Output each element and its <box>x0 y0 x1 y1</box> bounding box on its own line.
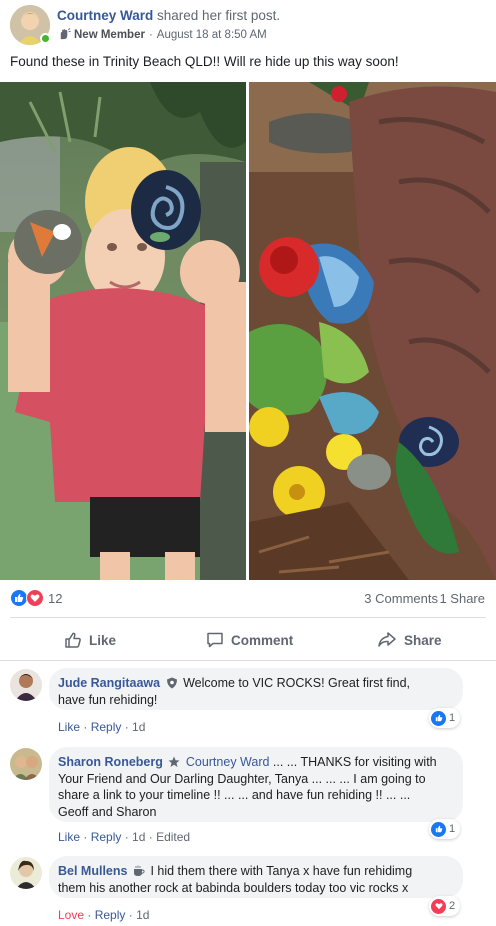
commenter-name[interactable]: Sharon Roneberg <box>58 755 163 769</box>
new-member-badge: New Member <box>74 28 145 41</box>
commenter-name[interactable]: Jude Rangitaawa <box>58 676 160 690</box>
comment-meta: Like · Reply · 1d <box>58 720 146 734</box>
share-arrow-icon <box>378 632 396 647</box>
comment-meta: Like · Reply · 1d · Edited <box>58 830 191 844</box>
comment-bubble: Sharon Roneberg Courtney Ward ... ... TH… <box>49 747 463 822</box>
share-count-link[interactable]: 1 Share <box>439 591 485 606</box>
comment-time[interactable]: 1d <box>136 908 149 922</box>
comment-love-link[interactable]: Love <box>58 908 84 922</box>
like-reaction-icon <box>431 821 446 837</box>
divider <box>10 617 486 618</box>
comment-time[interactable]: 1d <box>132 720 145 734</box>
comment-count-link[interactable]: 3 Comments <box>364 591 438 606</box>
post-photo-child-with-rocks[interactable] <box>0 82 246 580</box>
comment-meta: Love · Reply · 1d <box>58 908 150 922</box>
comment-reaction-badge[interactable]: 2 <box>429 896 461 916</box>
comment-reaction-badge[interactable]: 1 <box>429 819 461 839</box>
post-photo-hidden-rocks[interactable] <box>249 82 496 580</box>
comment-reaction-count: 1 <box>449 712 456 724</box>
commenter-avatar[interactable] <box>10 857 42 889</box>
header-title: Courtney Ward shared her first post. <box>57 8 280 23</box>
author-name-link[interactable]: Courtney Ward <box>57 8 153 23</box>
comment-reply-link[interactable]: Reply <box>91 720 122 734</box>
comment-button-label: Comment <box>231 632 294 648</box>
reaction-count[interactable]: 12 <box>48 591 62 606</box>
share-button[interactable]: Share <box>377 627 442 653</box>
speech-bubble-icon <box>207 632 223 648</box>
commenter-avatar[interactable] <box>10 669 42 701</box>
header-meta: New Member · August 18 at 8:50 AM <box>58 28 267 41</box>
commenter-avatar[interactable] <box>10 748 42 780</box>
comment-time[interactable]: 1d <box>132 830 145 844</box>
shield-icon <box>166 677 177 689</box>
share-button-label: Share <box>404 632 442 648</box>
comment-text: ... ... THANKS for visiting with <box>269 755 437 769</box>
commenter-name[interactable]: Bel Mullens <box>58 864 127 878</box>
star-icon <box>168 756 180 767</box>
comment-text: Welcome to VIC ROCKS! Great first find, <box>183 676 411 690</box>
comment-text: share a link to your timeline !! ... ...… <box>58 788 411 802</box>
comment-bubble: Bel Mullens I hid them there with Tanya … <box>49 856 463 898</box>
comment-text: Your Friend and Our Darling Daughter, Ta… <box>58 771 426 786</box>
comment-like-link[interactable]: Like <box>58 720 80 734</box>
header-action-text: shared her first post. <box>157 8 281 23</box>
wave-hand-icon <box>60 28 71 40</box>
comment-reaction-count: 2 <box>449 900 456 912</box>
coffee-cup-icon <box>133 865 145 876</box>
comment-reaction-count: 1 <box>449 823 456 835</box>
comment-button[interactable]: Comment <box>206 627 293 653</box>
comment-reply-link[interactable]: Reply <box>91 830 122 844</box>
like-button[interactable]: Like <box>64 627 116 653</box>
comment-text: them his another rock at babinda boulder… <box>58 880 409 895</box>
love-reaction-icon <box>26 589 44 607</box>
like-reaction-icon <box>431 710 446 726</box>
like-button-label: Like <box>89 632 117 648</box>
comment-reply-link[interactable]: Reply <box>95 908 126 922</box>
post-text: Found these in Trinity Beach QLD!! Will … <box>10 54 399 69</box>
comment-edited-label[interactable]: Edited <box>156 830 190 844</box>
comment-text: Geoff and Sharon <box>58 804 157 819</box>
comment-text: I hid them there with Tanya x have fun r… <box>150 864 413 878</box>
reactions-summary[interactable]: 12 3 Comments 1 Share <box>0 587 496 611</box>
divider <box>0 660 496 661</box>
comment-like-link[interactable]: Like <box>58 830 80 844</box>
online-status-dot <box>40 33 51 44</box>
comment-reaction-badge[interactable]: 1 <box>429 708 461 728</box>
tagged-user-link[interactable]: Courtney Ward <box>186 755 270 769</box>
comment-bubble: Jude Rangitaawa Welcome to VIC ROCKS! Gr… <box>49 668 463 710</box>
thumbs-up-icon <box>65 632 81 648</box>
love-reaction-icon <box>431 898 446 914</box>
comment-text: have fun rehiding! <box>58 692 158 707</box>
post-timestamp[interactable]: August 18 at 8:50 AM <box>157 29 267 41</box>
post-header: Courtney Ward shared her first post. New… <box>0 0 496 48</box>
